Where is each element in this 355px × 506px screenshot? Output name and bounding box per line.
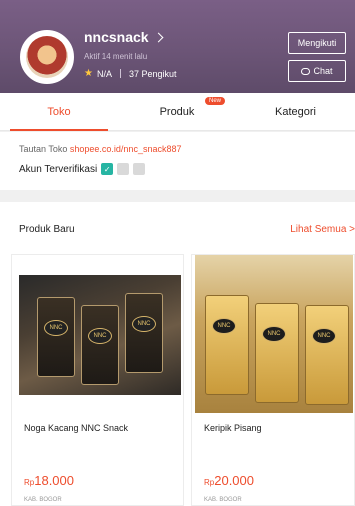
product-bag: NNC	[125, 293, 163, 373]
section-title: Produk Baru	[19, 224, 75, 235]
tab-kategori[interactable]: Kategori	[236, 93, 355, 131]
divider	[119, 69, 121, 78]
shop-link-url[interactable]: shopee.co.id/nnc_snack887	[70, 144, 182, 154]
product-brand-label: NNC	[312, 328, 336, 344]
followers-count: 37 Pengikut	[128, 68, 177, 79]
avatar-image	[26, 36, 68, 78]
tab-produk-label: Produk	[159, 106, 195, 118]
shop-page: nncsnack Aktif 14 menit lalu ★ N/A 37 Pe…	[0, 0, 355, 506]
product-price: Rp20.000	[204, 473, 254, 488]
active-tab-indicator	[10, 129, 108, 131]
product-brand-label: NNC	[88, 328, 112, 344]
id-verified-icon	[133, 163, 146, 175]
tab-kategori-label: Kategori	[275, 106, 316, 118]
price-value: 18.000	[34, 473, 74, 488]
product-bag: NNC	[255, 303, 299, 403]
price-currency: Rp	[204, 478, 215, 487]
shop-avatar[interactable]	[20, 30, 74, 84]
verified-label: Akun Terverifikasi	[19, 163, 98, 175]
shop-info: Tautan Toko shopee.co.id/nnc_snack887 Ak…	[0, 132, 355, 190]
email-verified-icon	[117, 163, 130, 175]
shop-name: nncsnack	[84, 29, 149, 45]
product-card[interactable]: NNC NNC NNC Noga Kacang NNC Snack Rp18.0…	[11, 254, 184, 506]
shop-header: nncsnack Aktif 14 menit lalu ★ N/A 37 Pe…	[0, 0, 355, 93]
price-value: 20.000	[214, 473, 254, 488]
new-badge: New	[205, 97, 226, 105]
product-brand-label: NNC	[44, 320, 68, 336]
active-status: Aktif 14 menit lalu	[84, 52, 148, 61]
chevron-right-icon	[153, 32, 164, 42]
product-brand-label: NNC	[262, 326, 286, 342]
chat-button[interactable]: Chat	[288, 60, 346, 82]
product-brand-label: NNC	[212, 318, 236, 334]
product-name: Noga Kacang NNC Snack	[24, 423, 129, 433]
star-icon: ★	[84, 68, 93, 79]
product-bag: NNC	[81, 305, 119, 385]
product-bag: NNC	[205, 295, 249, 395]
product-location: KAB. BOGOR	[204, 497, 242, 503]
product-name: Keripik Pisang	[204, 423, 262, 433]
chat-icon	[301, 67, 311, 75]
product-image: NNC NNC NNC	[195, 255, 353, 413]
product-price: Rp18.000	[24, 473, 74, 488]
phone-verified-icon: ✓	[101, 163, 114, 175]
rating-row: ★ N/A 37 Pengikut	[84, 68, 177, 79]
new-products-section: Produk Baru Lihat Semua > NNC NNC NNC No…	[0, 202, 355, 506]
following-label: Mengikuti	[297, 38, 337, 48]
following-button[interactable]: Mengikuti	[288, 32, 346, 54]
tab-toko-label: Toko	[47, 106, 71, 118]
product-card[interactable]: NNC NNC NNC Keripik Pisang Rp20.000 KAB.…	[191, 254, 355, 506]
product-bag: NNC	[37, 297, 75, 377]
shop-link-row: Tautan Toko shopee.co.id/nnc_snack887	[19, 144, 181, 154]
shop-name-link[interactable]: nncsnack	[84, 29, 164, 45]
product-brand-label: NNC	[132, 316, 156, 332]
see-all-link[interactable]: Lihat Semua >	[290, 224, 355, 235]
rating-value: N/A	[96, 68, 112, 79]
verified-row: Akun Terverifikasi ✓	[19, 163, 146, 175]
tab-toko[interactable]: Toko	[0, 93, 118, 131]
shop-link-label: Tautan Toko	[19, 144, 68, 154]
price-currency: Rp	[24, 478, 35, 487]
chat-label: Chat	[313, 66, 333, 76]
shop-tabs: Toko Produk Kategori New	[0, 93, 355, 131]
product-location: KAB. BOGOR	[24, 497, 62, 503]
product-image: NNC NNC NNC	[19, 275, 181, 395]
product-bag: NNC	[305, 305, 349, 405]
